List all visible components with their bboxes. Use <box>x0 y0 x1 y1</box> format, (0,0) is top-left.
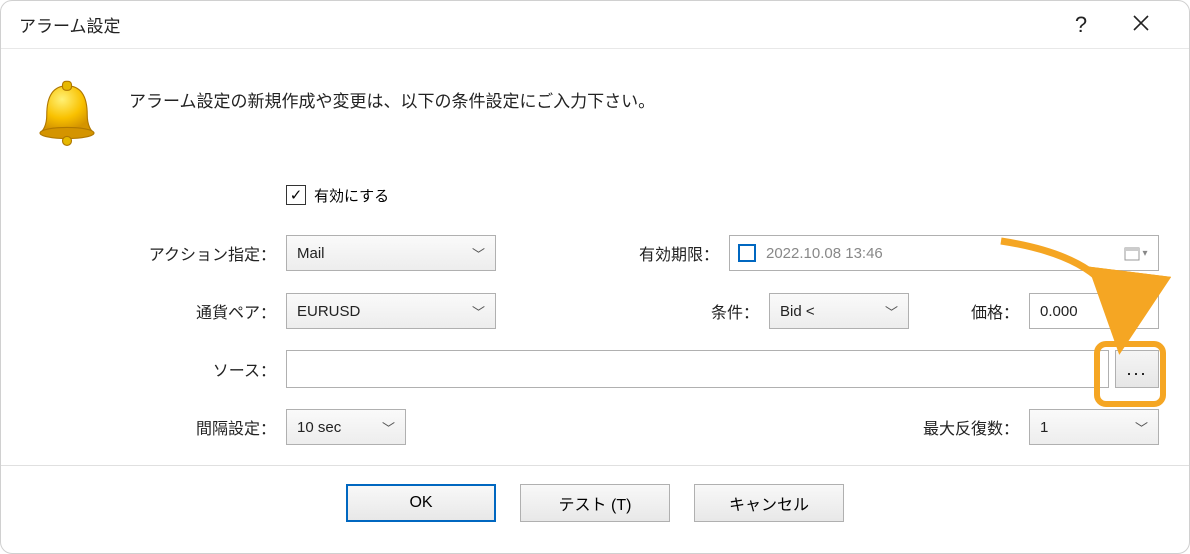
max-select[interactable]: 1 ﹀ <box>1029 409 1159 445</box>
expiry-value: 2022.10.08 13:46 <box>766 245 1112 262</box>
interval-label: 間隔設定： <box>126 415 286 439</box>
pair-select[interactable]: EURUSD ﹀ <box>286 293 496 329</box>
price-label: 価格： <box>949 299 1029 323</box>
form-area: ✓ 有効にする アクション指定： Mail ﹀ 有効期限： 2022.10.08… <box>126 175 1159 447</box>
cancel-button[interactable]: キャンセル <box>694 484 844 522</box>
expiry-label: 有効期限： <box>609 241 729 265</box>
button-bar: OK テスト (T) キャンセル <box>1 466 1189 540</box>
titlebar: アラーム設定 ? <box>1 1 1189 49</box>
chevron-down-icon: ﹀ <box>1135 418 1148 437</box>
source-label: ソース： <box>126 357 286 381</box>
chevron-down-icon: ﹀ <box>472 244 485 263</box>
browse-button[interactable]: ... <box>1115 350 1159 388</box>
max-label: 最大反復数： <box>889 415 1029 439</box>
enable-label: 有効にする <box>314 185 389 206</box>
dialog-window: アラーム設定 ? <box>0 0 1190 554</box>
condition-value: Bid < <box>780 303 815 320</box>
chevron-down-icon: ﹀ <box>472 302 485 321</box>
bell-icon <box>31 79 103 155</box>
pair-label: 通貨ペア： <box>126 299 286 323</box>
price-input[interactable] <box>1029 293 1159 329</box>
browse-label: ... <box>1126 359 1147 380</box>
action-select[interactable]: Mail ﹀ <box>286 235 496 271</box>
max-value: 1 <box>1040 419 1048 436</box>
interval-select[interactable]: 10 sec ﹀ <box>286 409 406 445</box>
chevron-down-icon: ﹀ <box>382 418 395 437</box>
dialog-content: アラーム設定の新規作成や変更は、以下の条件設定にご入力下さい。 ✓ 有効にする … <box>1 49 1189 447</box>
condition-select[interactable]: Bid < ﹀ <box>769 293 909 329</box>
test-button[interactable]: テスト (T) <box>520 484 670 522</box>
action-value: Mail <box>297 245 325 262</box>
expiry-enable-checkbox[interactable] <box>738 244 756 262</box>
chevron-down-icon: ﹀ <box>885 302 898 321</box>
action-label: アクション指定： <box>126 241 286 265</box>
calendar-icon[interactable]: ▾ <box>1122 245 1150 261</box>
pair-value: EURUSD <box>297 303 360 320</box>
ok-button[interactable]: OK <box>346 484 496 522</box>
condition-label: 条件： <box>689 299 769 323</box>
expiry-input[interactable]: 2022.10.08 13:46 ▾ <box>729 235 1159 271</box>
interval-value: 10 sec <box>297 419 341 436</box>
intro-text: アラーム設定の新規作成や変更は、以下の条件設定にご入力下さい。 <box>129 79 655 112</box>
source-input[interactable] <box>286 350 1109 388</box>
dialog-title: アラーム設定 <box>19 12 1051 37</box>
help-button[interactable]: ? <box>1051 12 1111 38</box>
close-button[interactable] <box>1111 12 1171 38</box>
enable-checkbox[interactable]: ✓ 有効にする <box>286 185 389 206</box>
check-icon: ✓ <box>290 188 303 203</box>
